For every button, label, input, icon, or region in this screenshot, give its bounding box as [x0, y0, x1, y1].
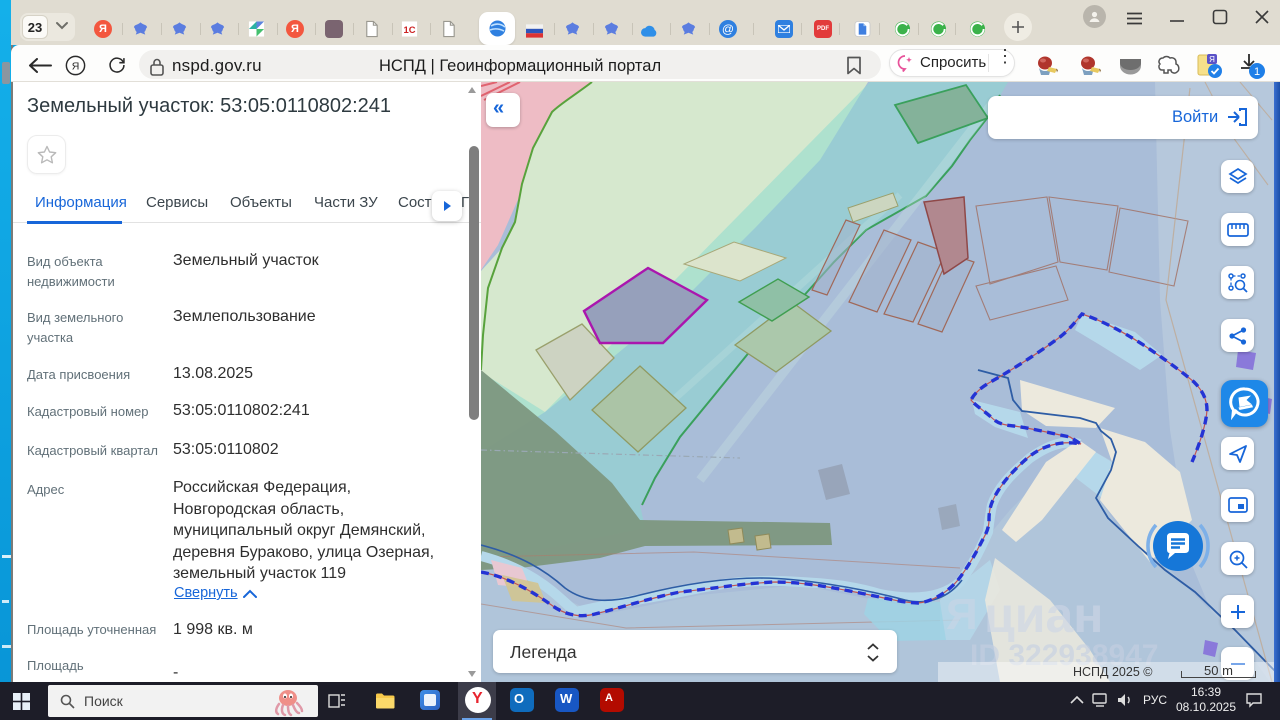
svg-text:Я: Я — [72, 61, 80, 73]
svg-text:1: 1 — [1254, 66, 1260, 78]
svg-text:Я: Я — [946, 590, 978, 639]
svg-text:1С: 1С — [403, 25, 415, 36]
svg-text:циан: циан — [984, 587, 1103, 643]
svg-text:Я: Я — [1209, 55, 1215, 64]
